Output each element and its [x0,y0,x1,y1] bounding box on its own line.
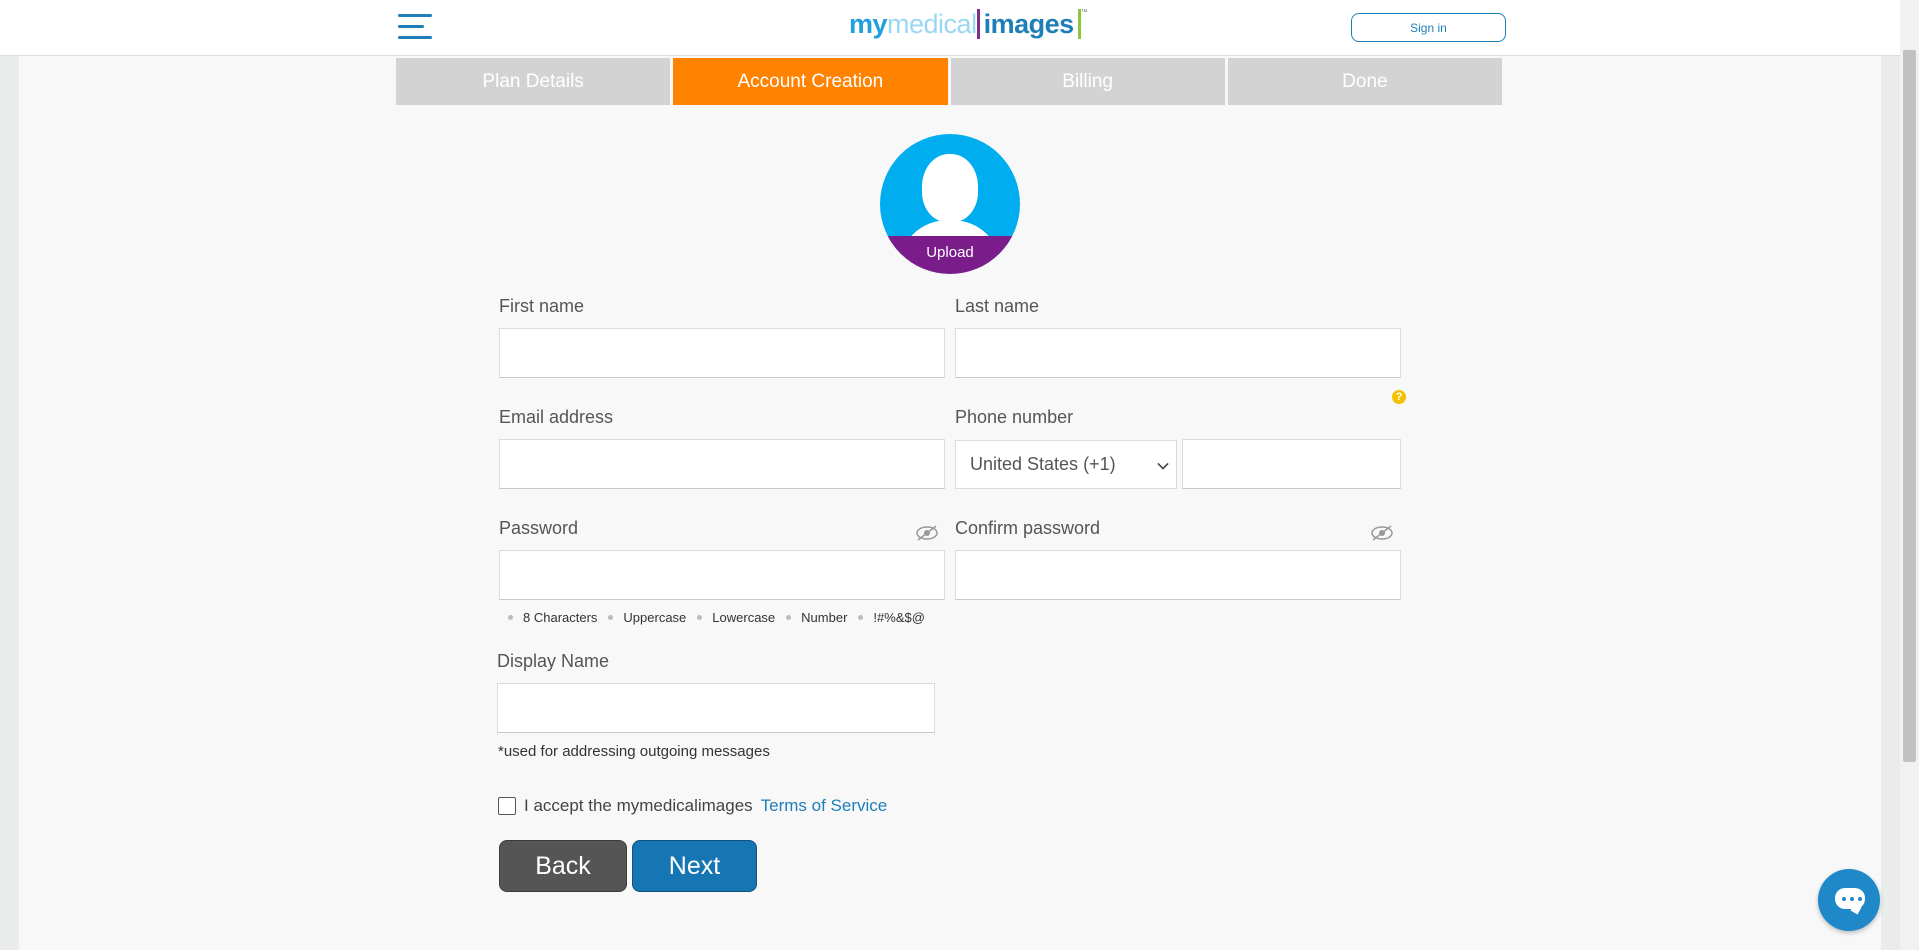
password-rule: Uppercase [608,610,686,625]
terms-of-service-link[interactable]: Terms of Service [761,796,888,816]
password-rule: !#%&$@ [858,610,925,625]
terms-text: I accept the mymedicalimages [524,796,753,815]
password-field[interactable] [499,550,945,600]
email-label: Email address [499,407,614,427]
password-label: Password [499,518,579,538]
first-name-label: First name [499,296,585,316]
eye-slash-icon[interactable] [915,524,939,542]
progress-steps: Plan Details Account Creation Billing Do… [396,58,1502,105]
scrollbar-thumb[interactable] [1903,50,1916,762]
scrollbar[interactable] [1900,0,1919,950]
confirm-password-field[interactable] [955,550,1401,600]
site-header: mymedical images ™ Sign in [0,0,1900,56]
password-rule: Lowercase [697,610,775,625]
last-name-field[interactable] [955,328,1401,378]
phone-number-field[interactable] [1182,439,1401,489]
person-silhouette-icon [922,154,978,222]
chat-button[interactable] [1818,869,1880,931]
confirm-password-label: Confirm password [955,518,1101,538]
display-name-note: *used for addressing outgoing messages [498,743,770,760]
avatar-upload[interactable]: Upload [880,134,1020,274]
upload-label: Upload [880,236,1020,274]
step-done: Done [1227,58,1502,105]
step-account-creation: Account Creation [673,58,948,105]
site-logo[interactable]: mymedical images ™ [849,9,1088,40]
country-code-value: United States (+1) [970,454,1116,474]
country-code-select[interactable]: United States (+1) [955,440,1177,489]
terms-row: I accept the mymedicalimages Terms of Se… [498,796,887,816]
last-name-label: Last name [955,296,1040,316]
next-button[interactable]: Next [632,840,757,892]
eye-slash-icon[interactable] [1370,524,1394,542]
password-requirements: 8 Characters Uppercase Lowercase Number … [508,610,936,625]
step-plan-details: Plan Details [396,58,671,105]
sign-in-button[interactable]: Sign in [1351,13,1506,42]
email-field[interactable] [499,439,945,489]
help-icon[interactable]: ? [1392,390,1406,404]
password-rule: 8 Characters [508,610,597,625]
hamburger-menu-icon[interactable] [398,12,432,42]
first-name-field[interactable] [499,328,945,378]
password-rule: Number [786,610,847,625]
step-billing: Billing [950,58,1225,105]
back-button[interactable]: Back [499,840,627,892]
chevron-down-icon [1157,458,1169,470]
phone-label: Phone number [955,407,1074,427]
display-name-field[interactable] [497,683,935,733]
terms-checkbox[interactable] [498,797,516,815]
display-name-label: Display Name [497,651,610,671]
